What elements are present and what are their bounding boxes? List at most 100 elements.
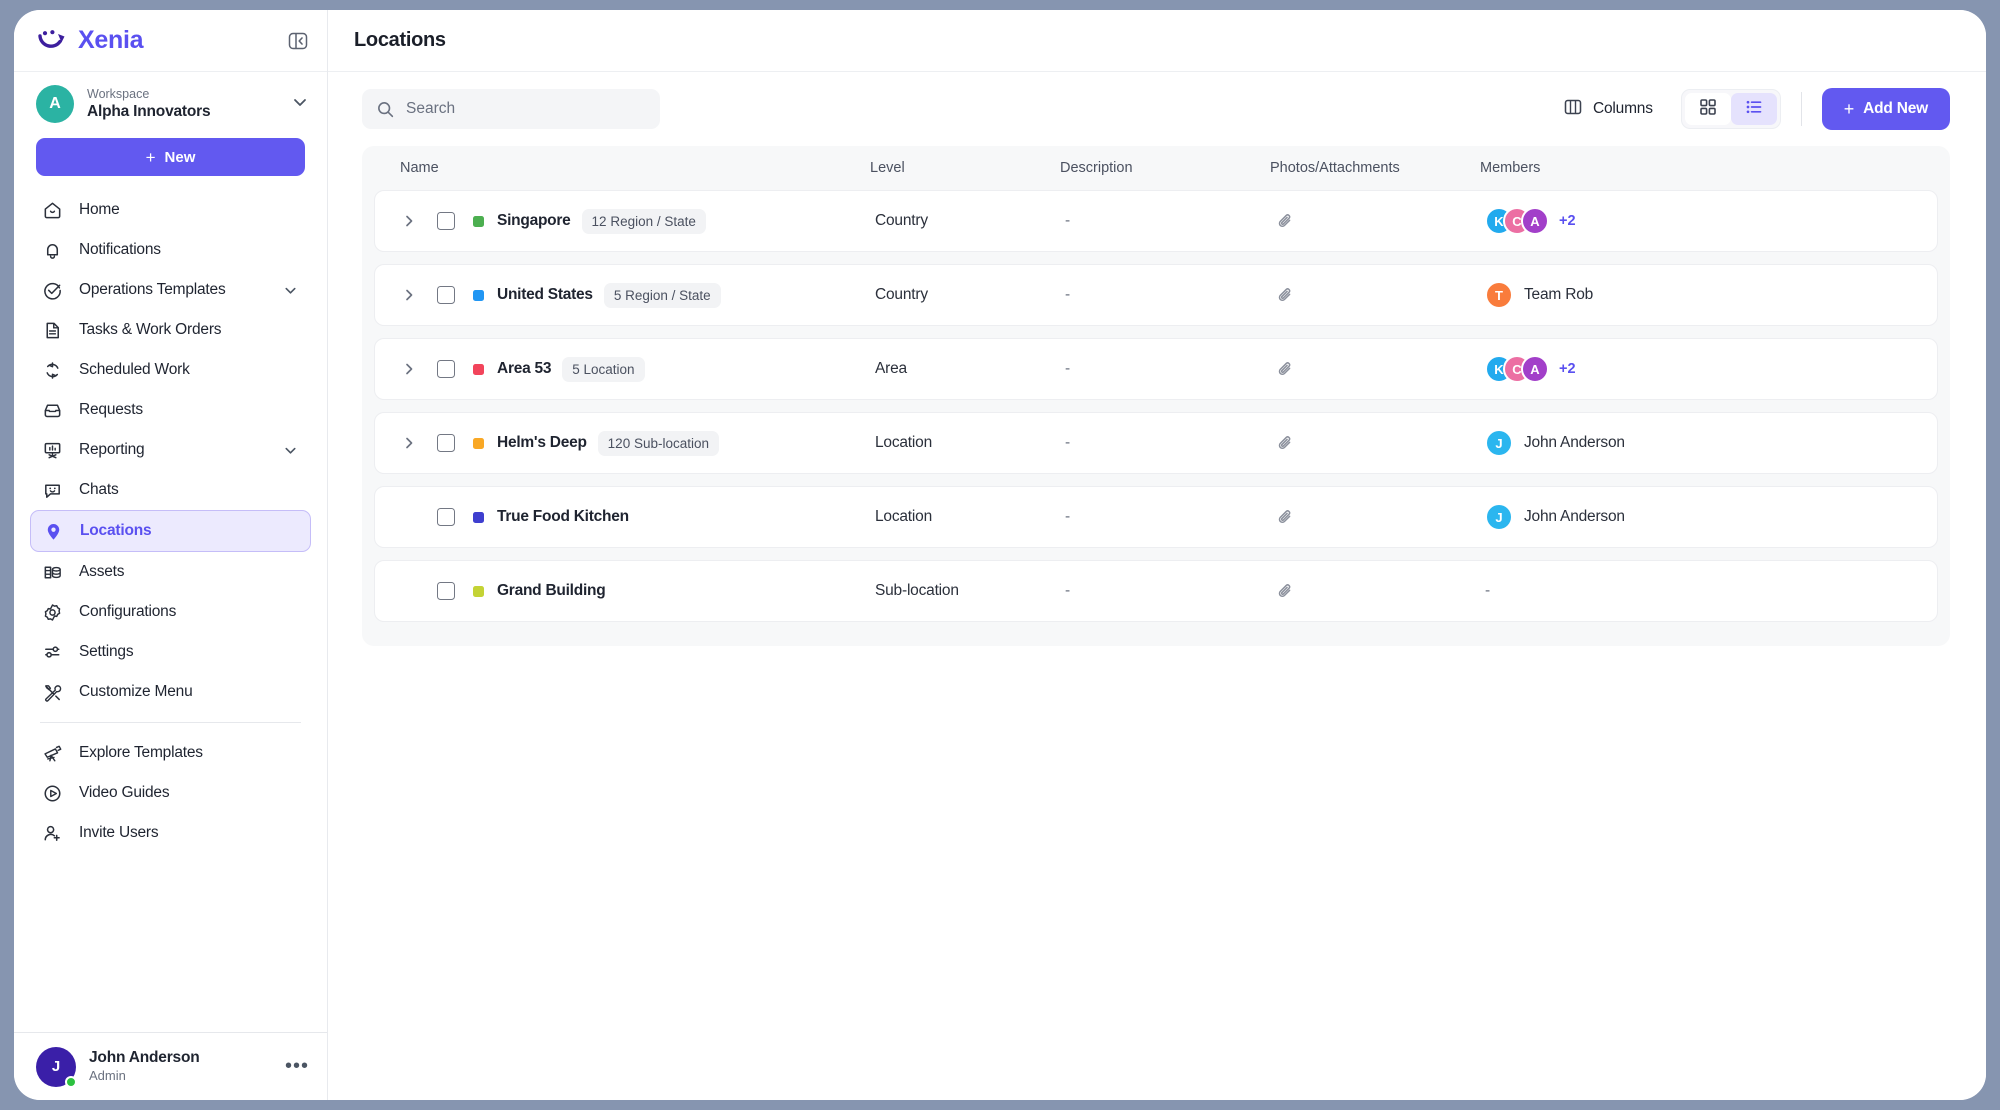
cell-description: - (1065, 212, 1071, 229)
paperclip-icon[interactable] (1275, 285, 1485, 305)
expand-row-chevron-icon[interactable] (401, 213, 423, 229)
new-button[interactable]: + New (36, 138, 305, 176)
member-avatar-stack[interactable]: KCA (1485, 207, 1549, 235)
expand-row-chevron-icon[interactable] (401, 287, 423, 303)
sidebar-item-settings[interactable]: Settings (30, 632, 311, 672)
cell-description: - (1065, 360, 1071, 377)
chevron-down-icon[interactable] (291, 93, 309, 116)
table-row[interactable]: Helm's Deep 120 Sub-location Location - J Joh… (374, 412, 1938, 474)
sidebar-item-label: Customize Menu (79, 683, 193, 700)
avatar: J (1485, 503, 1513, 531)
current-user-row[interactable]: J John Anderson Admin ••• (14, 1032, 327, 1100)
telescope-icon (40, 741, 64, 765)
cell-members: K C A +2 (1485, 355, 1937, 383)
cell-members: T Team Rob (1485, 281, 1937, 309)
member-name: John Anderson (1524, 434, 1625, 451)
location-name: True Food Kitchen (497, 508, 629, 525)
member-avatar-stack[interactable]: KCA (1485, 355, 1549, 383)
sidebar-item-configurations[interactable]: Configurations (30, 592, 311, 632)
cell-description: - (1065, 582, 1071, 599)
sidebar-collapse-icon[interactable] (285, 28, 311, 54)
table-row[interactable]: True Food Kitchen Location - J John Anderson (374, 486, 1938, 548)
sidebar-item-scheduled-work[interactable]: Scheduled Work (30, 350, 311, 390)
column-header-level[interactable]: Level (870, 160, 1060, 176)
table-row[interactable]: United States 5 Region / State Country - T Te… (374, 264, 1938, 326)
plus-icon: + (145, 147, 156, 167)
sidebar-item-notifications[interactable]: Notifications (30, 230, 311, 270)
sidebar-item-requests[interactable]: Requests (30, 390, 311, 430)
table-row[interactable]: Grand Building Sub-location - - (374, 560, 1938, 622)
ellipsis-icon[interactable]: ••• (285, 1055, 309, 1078)
expand-row-chevron-icon[interactable] (401, 435, 423, 451)
paperclip-icon[interactable] (1275, 433, 1485, 453)
user-plus-icon (40, 821, 64, 845)
row-checkbox[interactable] (437, 582, 455, 600)
column-header-members[interactable]: Members (1480, 160, 1950, 176)
paperclip-icon[interactable] (1275, 581, 1485, 601)
member-overflow-count[interactable]: +2 (1559, 361, 1576, 377)
workspace-switcher[interactable]: A Workspace Alpha Innovators (14, 72, 327, 134)
paperclip-icon[interactable] (1275, 211, 1485, 231)
sidebar-item-label: Home (79, 201, 120, 218)
brand-name: Xenia (78, 26, 144, 54)
home-icon (40, 198, 64, 222)
sidebar-item-chats[interactable]: Chats (30, 470, 311, 510)
toolbar-separator (1800, 92, 1802, 126)
sidebar-item-label: Tasks & Work Orders (79, 321, 222, 338)
expand-row-chevron-icon[interactable] (401, 361, 423, 377)
page-title: Locations (354, 29, 446, 51)
search-input[interactable] (406, 100, 646, 118)
column-header-name[interactable]: Name (400, 160, 870, 176)
grid-view-button[interactable] (1684, 93, 1731, 125)
row-checkbox[interactable] (437, 434, 455, 452)
chevron-down-icon[interactable] (282, 282, 299, 299)
inbox-icon (40, 398, 64, 422)
check-circle-icon (40, 278, 64, 302)
sidebar-item-explore-templates[interactable]: Explore Templates (30, 733, 311, 773)
cell-members: K C A +2 (1485, 207, 1937, 235)
row-checkbox[interactable] (437, 360, 455, 378)
location-name-cell: Singapore 12 Region / State (473, 208, 706, 234)
chat-smile-icon (40, 478, 64, 502)
table-body: Singapore 12 Region / State Country - K C A +2 U… (362, 190, 1950, 622)
list-view-button[interactable] (1730, 93, 1777, 125)
member-overflow-count[interactable]: +2 (1559, 213, 1576, 229)
avatar: J (36, 1046, 77, 1088)
column-header-description[interactable]: Description (1060, 160, 1270, 176)
columns-button[interactable]: Columns (1553, 91, 1663, 128)
sidebar-item-label: Notifications (79, 241, 161, 258)
column-header-photos-attachments[interactable]: Photos/Attachments (1270, 160, 1480, 176)
row-checkbox[interactable] (437, 212, 455, 230)
gear-icon (40, 600, 64, 624)
chevron-down-icon[interactable] (282, 442, 299, 459)
row-checkbox[interactable] (437, 286, 455, 304)
wrench-screwdriver-icon (40, 680, 64, 704)
table-row[interactable]: Area 53 5 Location Area - K C A +2 (374, 338, 1938, 400)
child-count-chip: 120 Sub-location (597, 430, 719, 456)
table-row[interactable]: Singapore 12 Region / State Country - K C A +2 (374, 190, 1938, 252)
table-header-row: Name Level Description Photos/Attachment… (362, 146, 1950, 190)
sidebar-item-operations-templates[interactable]: Operations Templates (30, 270, 311, 310)
add-new-button[interactable]: + Add New (1821, 88, 1950, 130)
database-stack-icon (40, 560, 64, 584)
sidebar-item-label: Video Guides (79, 784, 170, 801)
sidebar-item-home[interactable]: Home (30, 190, 311, 230)
child-count-chip: 5 Region / State (603, 282, 721, 308)
search-box[interactable] (362, 89, 660, 129)
workspace-label: Workspace (87, 86, 150, 101)
row-checkbox[interactable] (437, 508, 455, 526)
paperclip-icon[interactable] (1275, 507, 1485, 527)
sidebar-item-invite-users[interactable]: Invite Users (30, 813, 311, 853)
sidebar-item-locations[interactable]: Locations (30, 510, 311, 552)
paperclip-icon[interactable] (1275, 359, 1485, 379)
location-name-cell: Grand Building (473, 582, 606, 600)
current-user-name: John Anderson (89, 1048, 200, 1066)
sidebar-item-tasks-work-orders[interactable]: Tasks & Work Orders (30, 310, 311, 350)
sidebar-item-video-guides[interactable]: Video Guides (30, 773, 311, 813)
sidebar-item-customize-menu[interactable]: Customize Menu (30, 672, 311, 712)
sidebar-item-label: Requests (79, 401, 143, 418)
location-name: Grand Building (497, 582, 606, 599)
sidebar-item-assets[interactable]: Assets (30, 552, 311, 592)
sidebar-item-label: Locations (80, 522, 152, 539)
sidebar-item-reporting[interactable]: Reporting (30, 430, 311, 470)
